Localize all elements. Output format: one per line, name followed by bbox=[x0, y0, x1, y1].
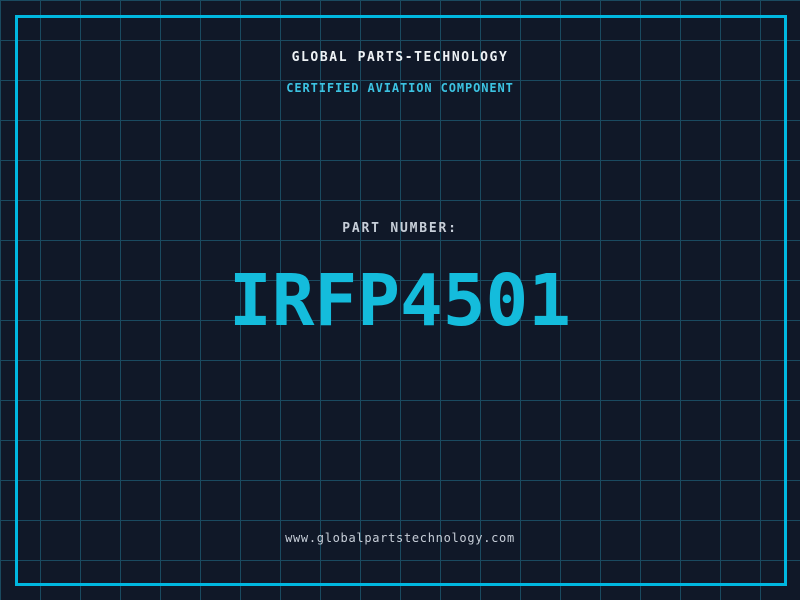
brand-title: GLOBAL PARTS-TECHNOLOGY bbox=[291, 50, 509, 65]
website-url: www.globalpartstechnology.com bbox=[285, 531, 515, 545]
brand-subtitle: CERTIFIED AVIATION COMPONENT bbox=[286, 81, 514, 95]
part-number-label: PART NUMBER: bbox=[342, 221, 458, 236]
part-number-value: IRFP4501 bbox=[229, 259, 571, 342]
